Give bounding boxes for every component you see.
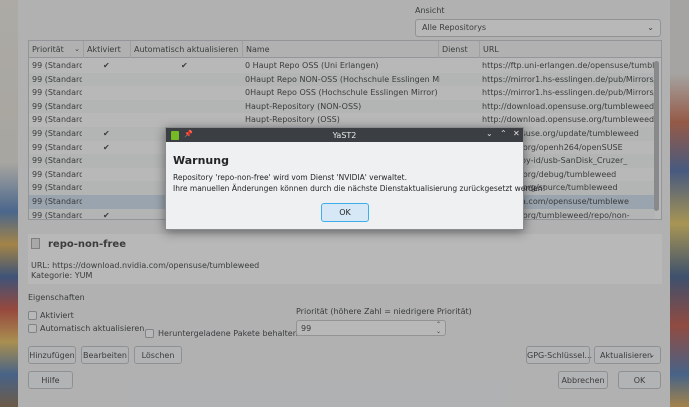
warning-message-line1: Repository 'repo-non-free' wird vom Dien… bbox=[173, 173, 407, 182]
dialog-title: YaST2 bbox=[332, 131, 357, 140]
warning-dialog: 📌 YaST2 ⌄ ⌃ ✕ Warnung Repository 'repo-n… bbox=[165, 127, 545, 230]
minimize-icon[interactable]: ⌄ bbox=[486, 129, 493, 138]
warning-heading: Warnung bbox=[173, 154, 229, 167]
dialog-titlebar[interactable]: 📌 YaST2 ⌄ ⌃ ✕ bbox=[166, 128, 523, 142]
close-icon[interactable]: ✕ bbox=[513, 129, 520, 138]
warning-message-line2: Ihre manuellen Änderungen können durch d… bbox=[173, 184, 546, 193]
dialog-ok-button[interactable]: OK bbox=[321, 203, 369, 222]
maximize-icon[interactable]: ⌃ bbox=[500, 129, 507, 138]
